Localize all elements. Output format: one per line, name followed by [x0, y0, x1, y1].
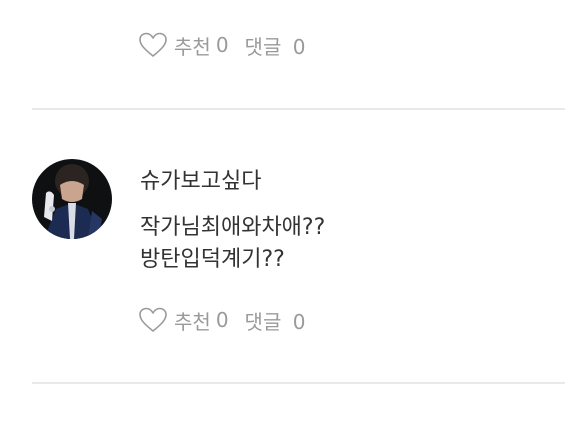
- reply-label: 댓글: [244, 34, 282, 59]
- reply-label: 댓글: [244, 309, 282, 334]
- previous-comment-like-button[interactable]: 추천 0: [138, 31, 229, 60]
- comment-divider: [32, 382, 565, 384]
- like-count: 0: [215, 308, 229, 332]
- heart-icon: [138, 306, 168, 334]
- comment-author[interactable]: 슈가보고싶다: [140, 163, 261, 195]
- comment-line: 작가님최애와차애??: [140, 215, 326, 240]
- comment-divider: [32, 108, 565, 110]
- reply-count: 0: [292, 34, 306, 59]
- like-label: 추천: [174, 309, 211, 334]
- comment-actions: 추천 0 댓글 0: [138, 305, 305, 335]
- heart-icon: [138, 31, 168, 59]
- like-label: 추천: [174, 34, 211, 59]
- reply-count: 0: [292, 309, 306, 334]
- previous-comment-actions: 추천 0 댓글 0: [138, 30, 305, 60]
- comment-line: 방탄입덕계기??: [140, 247, 285, 272]
- comment-like-button[interactable]: 추천 0: [138, 306, 229, 335]
- like-count: 0: [215, 33, 229, 57]
- previous-comment-reply-button[interactable]: 댓글 0: [245, 31, 306, 60]
- comment-reply-button[interactable]: 댓글 0: [245, 306, 306, 335]
- comment-body: 작가님최애와차애?? 방탄입덕계기??: [140, 212, 325, 276]
- avatar[interactable]: [32, 159, 112, 239]
